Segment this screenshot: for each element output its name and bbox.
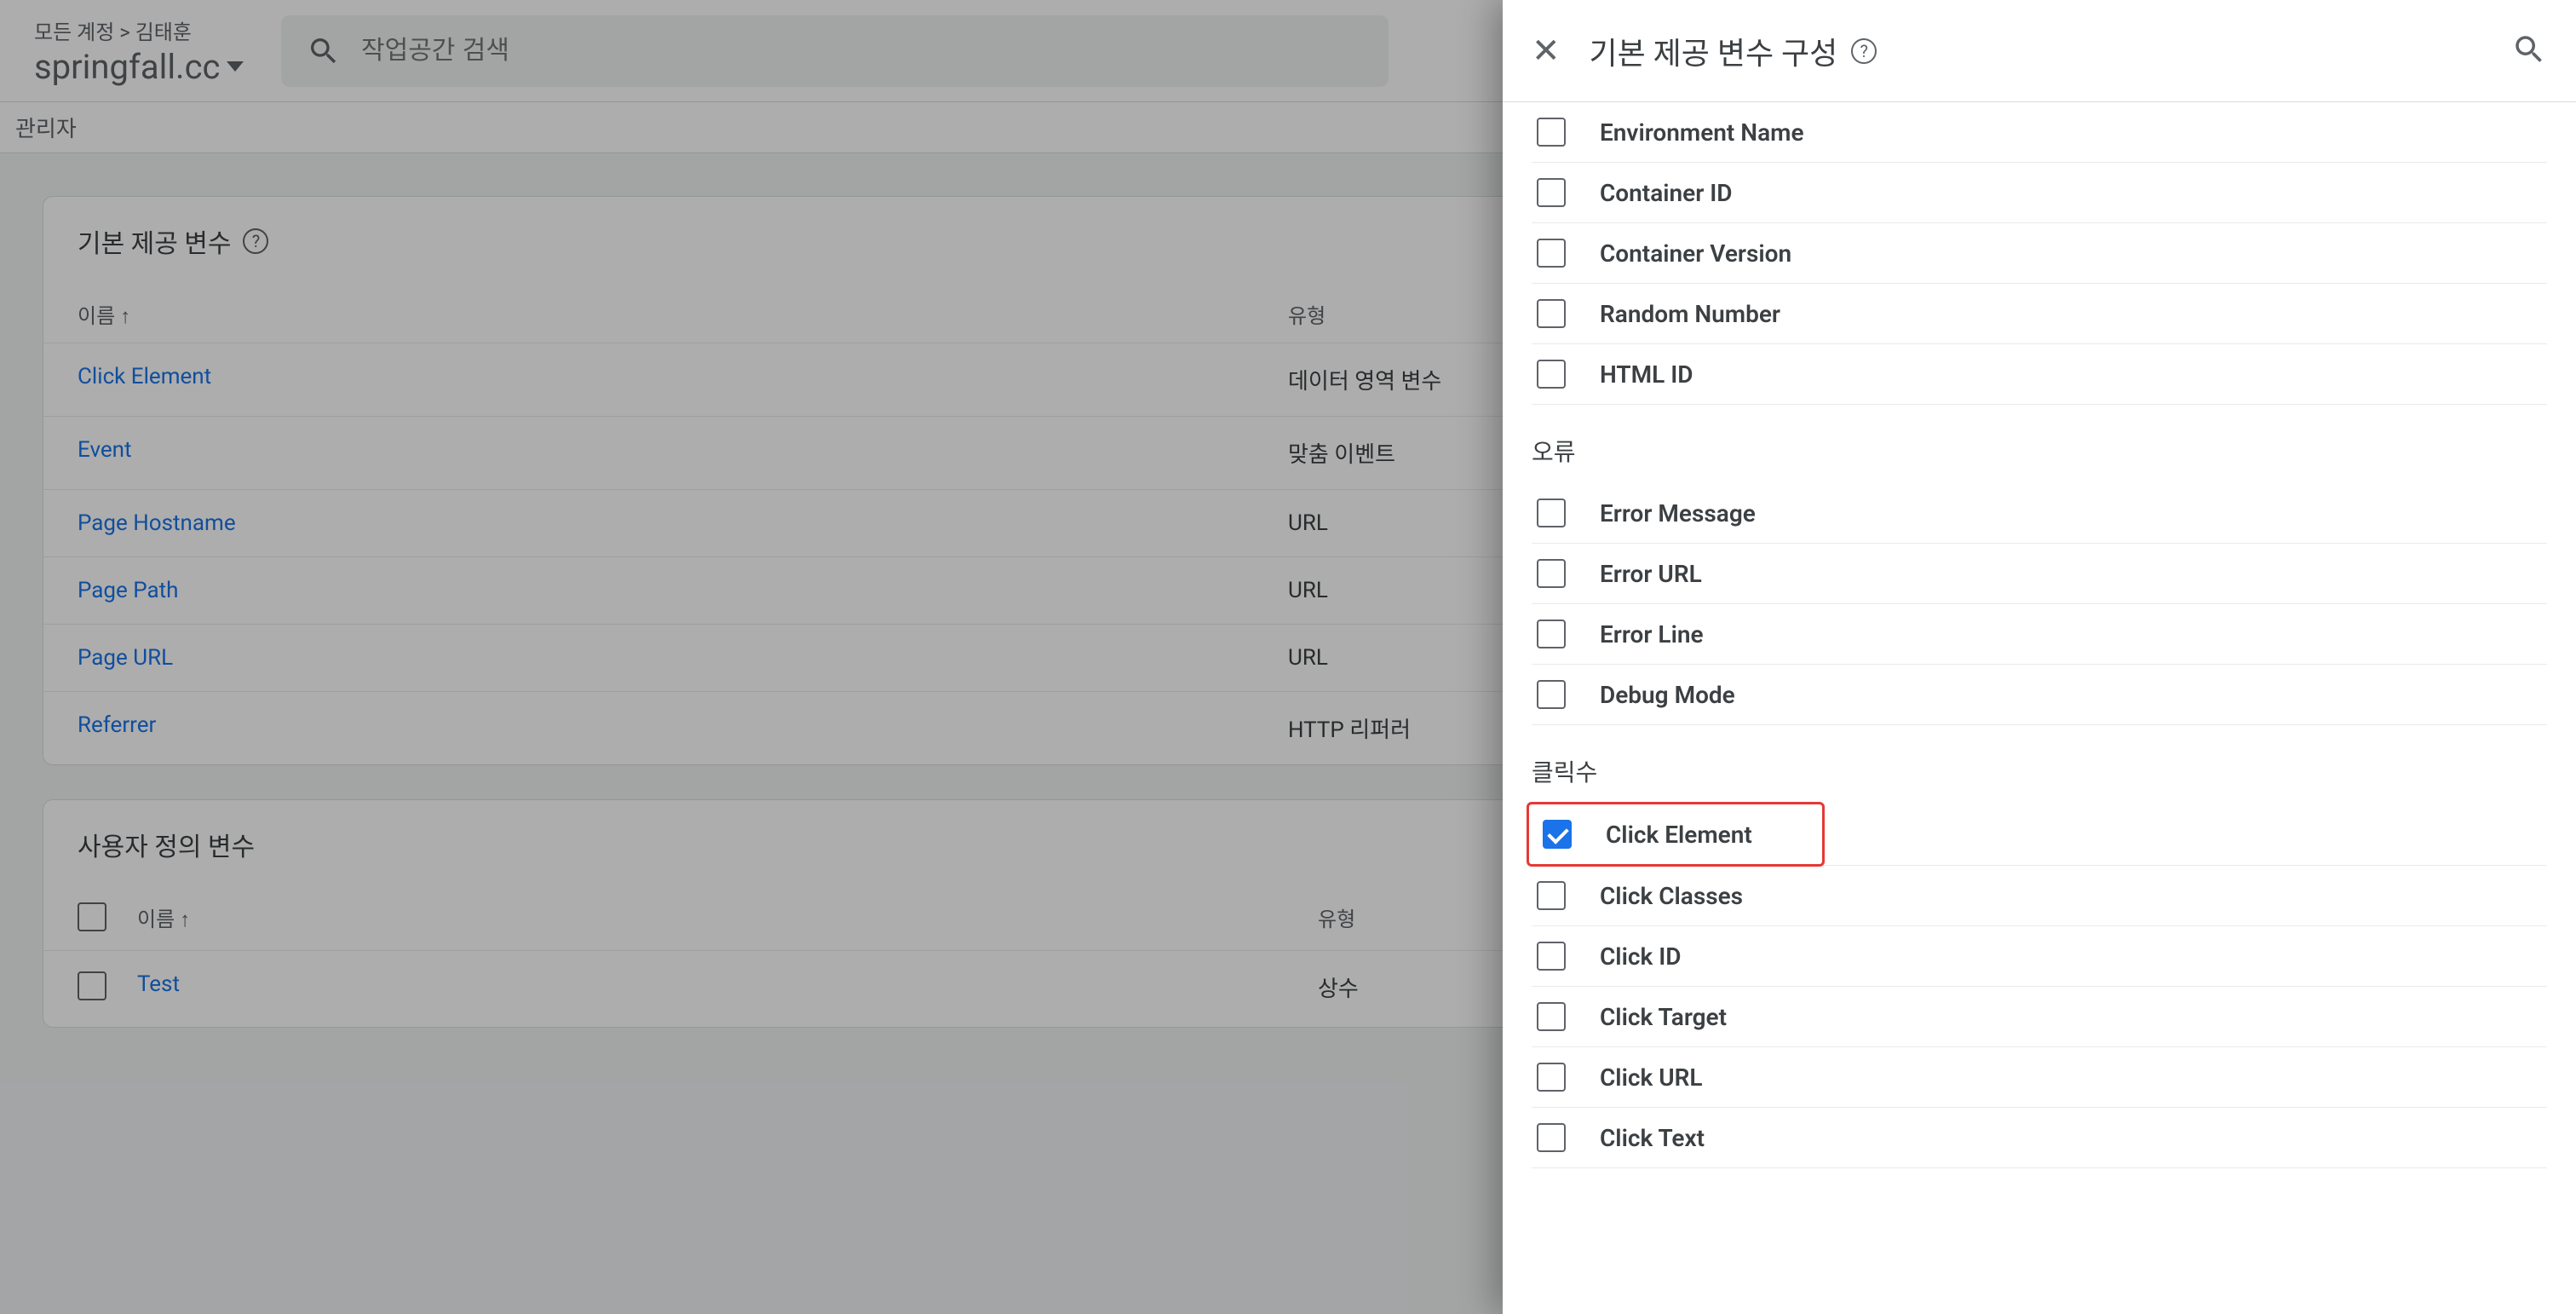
variable-option-label: Error Line <box>1600 620 1704 648</box>
variable-option-label: Container ID <box>1600 179 1733 207</box>
variable-option-row[interactable]: Click Element <box>1532 804 2547 866</box>
section-title: 클릭수 <box>1532 754 2547 788</box>
panel-title-text: 기본 제공 변수 구성 <box>1590 29 1838 73</box>
variable-option-label: Error Message <box>1600 499 1756 527</box>
variable-option-label: Random Number <box>1600 300 1780 328</box>
search-icon <box>2511 32 2547 67</box>
checkbox[interactable] <box>1537 299 1566 328</box>
close-icon[interactable]: ✕ <box>1532 34 1561 68</box>
variable-option-row[interactable]: Error Message <box>1532 483 2547 544</box>
highlighted-option: Click Element <box>1527 802 1825 867</box>
checkbox[interactable] <box>1537 239 1566 268</box>
variable-option-row[interactable]: Environment Name <box>1532 102 2547 163</box>
panel-header: ✕ 기본 제공 변수 구성 ? <box>1503 0 2576 102</box>
variable-option-label: Click Element <box>1606 821 1752 849</box>
checkbox[interactable] <box>1537 680 1566 709</box>
variable-option-row[interactable]: Click Text <box>1532 1108 2547 1168</box>
checkbox[interactable] <box>1537 881 1566 910</box>
variable-option-row[interactable]: Click ID <box>1532 926 2547 987</box>
variable-option-row[interactable]: Random Number <box>1532 284 2547 344</box>
panel-search-button[interactable] <box>2511 32 2547 71</box>
variable-option-row[interactable]: Container ID <box>1532 163 2547 223</box>
checkbox[interactable] <box>1537 942 1566 971</box>
checkbox[interactable] <box>1537 178 1566 207</box>
variable-option-label: Error URL <box>1600 560 1702 588</box>
variable-option-label: Click Text <box>1600 1124 1705 1152</box>
variable-option-row[interactable]: Debug Mode <box>1532 665 2547 725</box>
variable-option-label: Click URL <box>1600 1063 1703 1092</box>
checkbox[interactable] <box>1537 118 1566 147</box>
section-title: 오류 <box>1532 434 2547 468</box>
variable-option-label: Container Version <box>1600 239 1791 268</box>
checkbox[interactable] <box>1543 820 1572 849</box>
variable-option-label: Click ID <box>1600 942 1681 971</box>
variable-option-row[interactable]: Click URL <box>1532 1047 2547 1108</box>
variable-option-row[interactable]: HTML ID <box>1532 344 2547 405</box>
checkbox[interactable] <box>1537 1063 1566 1092</box>
configure-builtin-panel: ✕ 기본 제공 변수 구성 ? Environment Name Containe… <box>1503 0 2576 1314</box>
variable-option-row[interactable]: Error Line <box>1532 604 2547 665</box>
variable-option-label: Click Target <box>1600 1003 1727 1031</box>
checkbox[interactable] <box>1537 1123 1566 1152</box>
panel-title: 기본 제공 변수 구성 ? <box>1590 29 1877 73</box>
variable-option-row[interactable]: Error URL <box>1532 544 2547 604</box>
checkbox[interactable] <box>1537 620 1566 648</box>
variable-option-label: Click Classes <box>1600 882 1743 910</box>
checkbox[interactable] <box>1537 559 1566 588</box>
checkbox[interactable] <box>1537 1002 1566 1031</box>
variable-option-row[interactable]: Container Version <box>1532 223 2547 284</box>
variable-option-row[interactable]: Click Classes <box>1532 866 2547 926</box>
panel-body: Environment Name Container ID Container Ve… <box>1503 102 2576 1314</box>
variable-option-label: Debug Mode <box>1600 681 1735 709</box>
checkbox[interactable] <box>1537 360 1566 389</box>
variable-option-label: Environment Name <box>1600 118 1804 147</box>
variable-option-label: HTML ID <box>1600 360 1693 389</box>
help-icon[interactable]: ? <box>1851 38 1877 64</box>
variable-option-row[interactable]: Click Target <box>1532 987 2547 1047</box>
checkbox[interactable] <box>1537 499 1566 527</box>
